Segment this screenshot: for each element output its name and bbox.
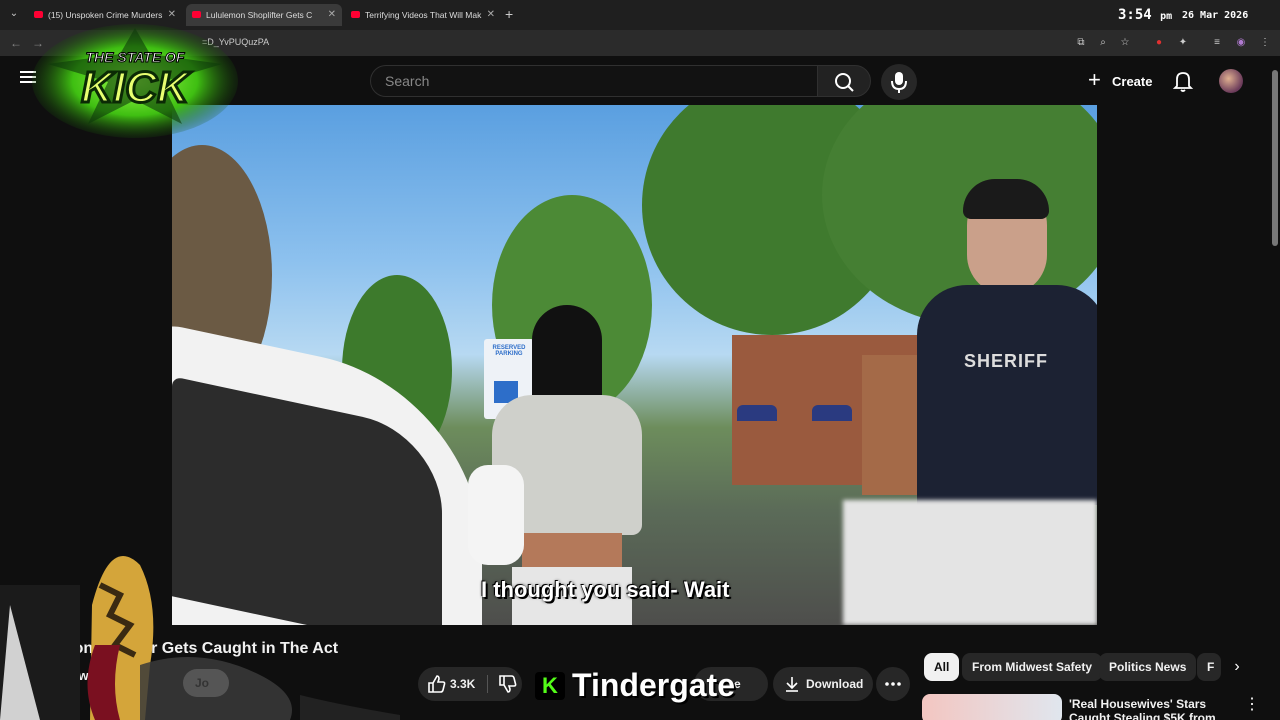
reading-list-icon[interactable]: ≡ <box>1210 36 1224 50</box>
thumbs-up-icon[interactable] <box>426 674 446 694</box>
download-icon <box>786 677 798 692</box>
close-tab-icon[interactable]: ✕ <box>328 4 336 26</box>
tab-title: (15) Unspoken Crime Murders <box>48 10 163 20</box>
handbag-shape <box>468 465 524 565</box>
install-icon[interactable]: ⧉ <box>1074 36 1088 50</box>
awning-shape <box>812 405 852 421</box>
chevron-right-icon[interactable]: › <box>1222 653 1252 681</box>
awning-shape <box>737 405 777 421</box>
streamer-overlay <box>0 556 400 720</box>
clock-time: 3:54 pm <box>1118 7 1173 23</box>
bookmark-star-icon[interactable]: ☆ <box>1118 36 1132 50</box>
search-box <box>370 65 818 97</box>
tindergate-banner: Tindergate <box>572 667 735 703</box>
hair-shape <box>963 179 1049 219</box>
vest-shape <box>917 285 1097 505</box>
search-input[interactable] <box>371 66 817 96</box>
thumbs-down-icon[interactable] <box>497 674 517 694</box>
youtube-favicon-icon <box>351 11 360 18</box>
video-subtitle: I thought you said- Wait <box>481 577 730 602</box>
notifications-button[interactable] <box>1170 68 1196 94</box>
chip-politics-news[interactable]: Politics News <box>1099 653 1197 681</box>
browser-tab[interactable]: Terrifying Videos That Will Mak ✕ <box>345 4 501 26</box>
search-icon <box>835 73 854 92</box>
create-button[interactable]: + Create <box>1080 66 1156 96</box>
chip-partial[interactable]: F <box>1197 653 1221 681</box>
chip-all[interactable]: All <box>924 653 960 681</box>
browser-tab-active[interactable]: Lululemon Shoplifter Gets C ✕ <box>186 4 342 26</box>
create-label: Create <box>1112 74 1153 89</box>
more-vertical-icon[interactable]: ⋮ <box>1244 694 1260 714</box>
sheriff-badge-text: SHERIFF <box>964 351 1049 371</box>
recommended-thumbnail[interactable] <box>922 694 1062 720</box>
more-horizontal-icon <box>885 682 901 686</box>
like-dislike-group: 3.3K <box>418 667 522 701</box>
extensions-puzzle-icon[interactable]: ✦ <box>1176 36 1190 50</box>
chip-from-midwest-safety[interactable]: From Midwest Safety <box>962 653 1103 681</box>
search-button[interactable] <box>817 65 871 97</box>
voice-search-button[interactable] <box>881 64 917 100</box>
kick-k-icon: K <box>535 672 565 700</box>
like-count[interactable]: 3.3K <box>450 677 475 691</box>
more-actions-button[interactable] <box>876 667 910 701</box>
back-arrow-icon[interactable]: ← <box>8 35 24 51</box>
divider <box>487 675 488 693</box>
close-tab-icon[interactable]: ✕ <box>168 4 176 26</box>
svg-text:KICK: KICK <box>81 63 192 112</box>
download-button[interactable]: Download <box>773 667 873 701</box>
officer-figure: SHERIFF <box>917 179 1097 505</box>
blurred-region <box>843 500 1097 625</box>
scrollbar-thumb[interactable] <box>1272 70 1278 246</box>
new-tab-plus-icon[interactable]: + <box>505 4 519 24</box>
close-tab-icon[interactable]: ✕ <box>487 4 495 26</box>
tab-title: Lululemon Shoplifter Gets C <box>206 10 313 20</box>
share-label: e <box>734 677 741 691</box>
page-scrollbar[interactable] <box>1270 62 1280 720</box>
tab-list-chevron-icon[interactable]: ⌄ <box>4 5 24 23</box>
bell-icon <box>1172 72 1194 92</box>
tab-title: Terrifying Videos That Will Mak <box>365 10 482 20</box>
browser-menu-icon[interactable]: ⋮ <box>1258 36 1272 50</box>
recommended-title[interactable]: 'Real Housewives' Stars Caught Stealing … <box>1069 697 1239 720</box>
microphone-icon <box>891 72 907 93</box>
browser-tab[interactable]: (15) Unspoken Crime Murders ✕ <box>28 4 182 26</box>
download-label: Download <box>806 677 864 691</box>
profile-icon[interactable]: ◉ <box>1234 36 1248 50</box>
youtube-favicon-icon <box>34 11 43 18</box>
zoom-icon[interactable]: ⌕ <box>1096 36 1110 50</box>
state-of-kick-logo: THE STATE OF KICK <box>32 24 238 138</box>
avatar[interactable] <box>1219 69 1243 93</box>
clock-date: 26 Mar 2026 <box>1182 10 1249 21</box>
plus-icon: + <box>1088 67 1101 92</box>
extension-record-icon[interactable]: ● <box>1152 36 1166 50</box>
youtube-favicon-icon <box>192 11 201 18</box>
